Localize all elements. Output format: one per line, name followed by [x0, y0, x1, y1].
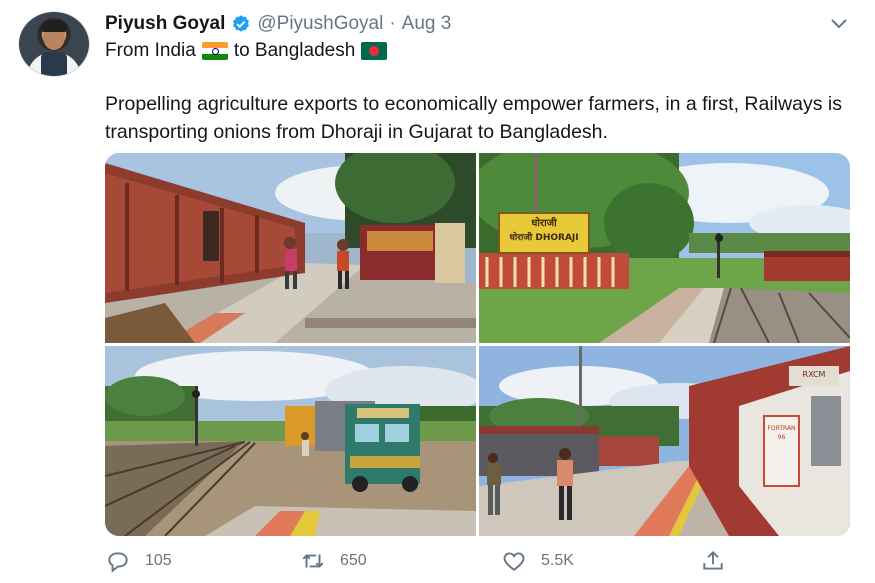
retweet-count: 650: [340, 552, 367, 569]
like-button[interactable]: 5.5K: [501, 548, 574, 574]
coach-text: FORTRAN 96: [767, 425, 796, 441]
tweet-subtitle: From India to Bangladesh: [105, 40, 388, 62]
verified-badge-icon: [231, 14, 251, 34]
photo-dhoraji-station[interactable]: धोराजी धोराजी DHORAJI: [479, 153, 850, 343]
tweet[interactable]: Piyush Goyal @PiyushGoyal · Aug 3 From I…: [0, 0, 875, 583]
share-icon: [703, 550, 723, 570]
share-button[interactable]: [700, 548, 726, 574]
tweet-header: Piyush Goyal @PiyushGoyal · Aug 3: [105, 12, 451, 36]
avatar[interactable]: [18, 11, 90, 77]
tweet-text: Propelling agriculture exports to econom…: [105, 93, 842, 143]
author-handle[interactable]: @PiyushGoyal: [257, 13, 383, 35]
reply-button[interactable]: 105: [105, 548, 172, 574]
reply-icon: [108, 552, 128, 573]
coach-marking: RXCM: [802, 370, 826, 379]
photo-trucks-at-yard[interactable]: [105, 346, 476, 536]
separator-dot: ·: [389, 13, 396, 34]
media-grid: धोराजी धोराजी DHORAJI RXCM FORTRAN 96: [105, 153, 850, 536]
retweet-icon: [302, 554, 324, 568]
retweet-button[interactable]: 650: [300, 548, 367, 574]
india-flag-icon: [201, 42, 228, 60]
station-sign-text: धोराजी धोराजी DHORAJI: [501, 216, 587, 250]
author-name[interactable]: Piyush Goyal: [105, 13, 225, 35]
station-sign-line-2: धोराजी DHORAJI: [509, 233, 579, 243]
like-count: 5.5K: [541, 552, 574, 569]
subtitle-from: From India: [105, 40, 196, 61]
chevron-down-icon[interactable]: [826, 12, 852, 36]
reply-count: 105: [145, 552, 172, 569]
heart-icon: [503, 552, 525, 571]
photo-platform-coach[interactable]: RXCM FORTRAN 96: [479, 346, 850, 536]
subtitle-to: to Bangladesh: [233, 40, 356, 61]
photo-wagons-loading[interactable]: [105, 153, 476, 343]
bangladesh-flag-icon: [361, 42, 388, 60]
action-bar: 105 650 5.5K: [105, 548, 745, 576]
station-sign-line-1: धोराजी: [531, 218, 557, 229]
tweet-date[interactable]: Aug 3: [402, 13, 452, 35]
